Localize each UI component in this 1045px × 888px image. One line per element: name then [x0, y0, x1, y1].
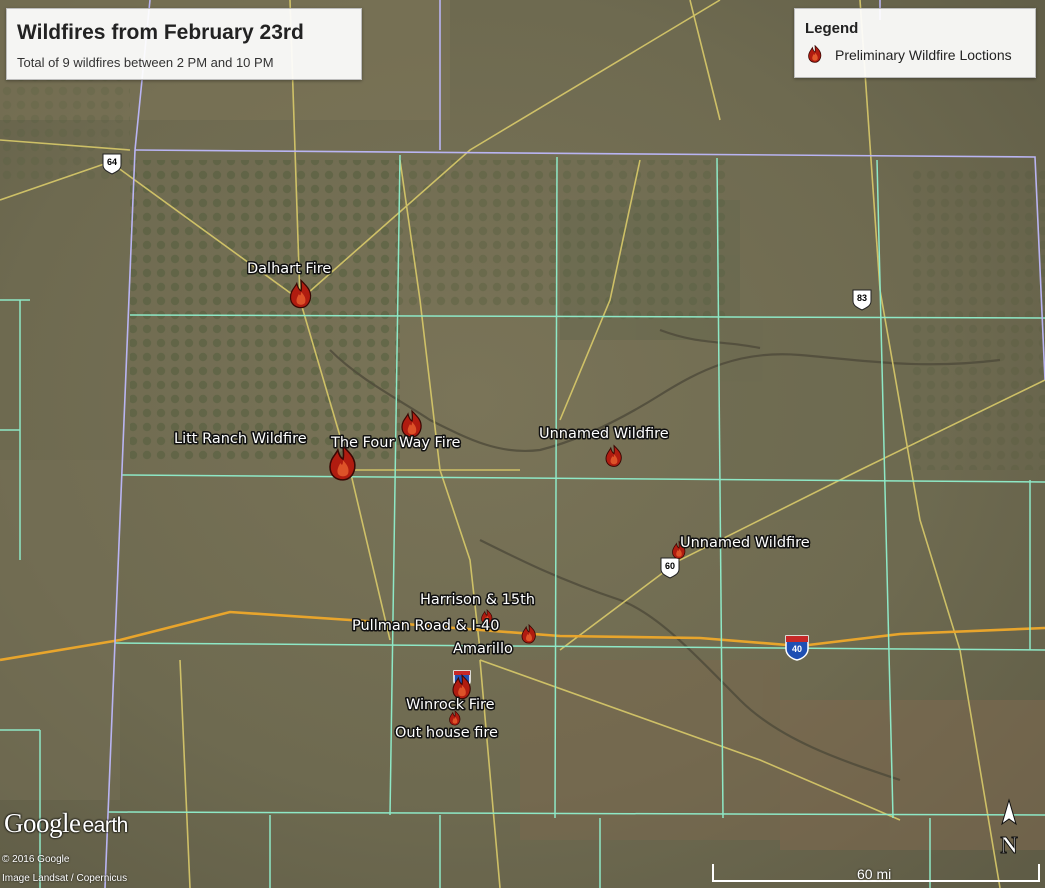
city-label-amarillo: Amarillo	[453, 641, 513, 657]
highway-shield-83: 83	[852, 289, 872, 311]
fire-label-dalhart: Dalhart Fire	[247, 261, 331, 277]
title-panel: Wildfires from February 23rd Total of 9 …	[6, 8, 362, 80]
fire-label-out-house: Out house fire	[395, 725, 498, 741]
svg-text:N: N	[1000, 833, 1018, 858]
fire-label-winrock: Winrock Fire	[406, 697, 495, 713]
svg-text:64: 64	[107, 157, 117, 167]
highway-shield-64: 64	[102, 153, 122, 175]
fire-label-harrison: Harrison & 15th	[420, 592, 535, 608]
svg-text:40: 40	[792, 644, 802, 654]
legend-heading: Legend	[805, 20, 859, 37]
highway-shield-60: 60	[660, 557, 680, 579]
map-subtitle: Total of 9 wildfires between 2 PM and 10…	[17, 55, 274, 70]
legend-item-label: Preliminary Wildfire Loctions	[835, 47, 1012, 63]
google-earth-logo: Googleearth	[4, 808, 128, 838]
fire-label-unnamed-2: Unnamed Wildfire	[680, 535, 810, 551]
fire-label-pullman: Pullman Road & I-40	[352, 618, 499, 634]
flame-icon	[808, 45, 822, 63]
copyright-text: © 2016 Google	[2, 854, 70, 865]
interstate-shield-40: 40	[785, 635, 809, 661]
scale-bar-label: 60 mi	[857, 866, 892, 882]
fire-label-four-way: The Four Way Fire	[330, 435, 460, 451]
fire-label-litt-ranch: Litt Ranch Wildfire	[174, 431, 307, 447]
map-title: Wildfires from February 23rd	[17, 21, 304, 44]
north-arrow-icon[interactable]: N	[994, 798, 1024, 858]
imagery-credit: Image Landsat / Copernicus	[2, 873, 128, 884]
svg-text:60: 60	[665, 561, 675, 571]
legend-panel: Legend Preliminary Wildfire Loctions	[794, 8, 1036, 78]
scale-bar: 60 mi	[712, 864, 1042, 884]
svg-text:83: 83	[857, 293, 867, 303]
satellite-map[interactable]: 64 83 60 40 Dalhart Fire Litt Ranch Wild…	[0, 0, 1045, 888]
fire-label-unnamed-1: Unnamed Wildfire	[539, 426, 669, 442]
